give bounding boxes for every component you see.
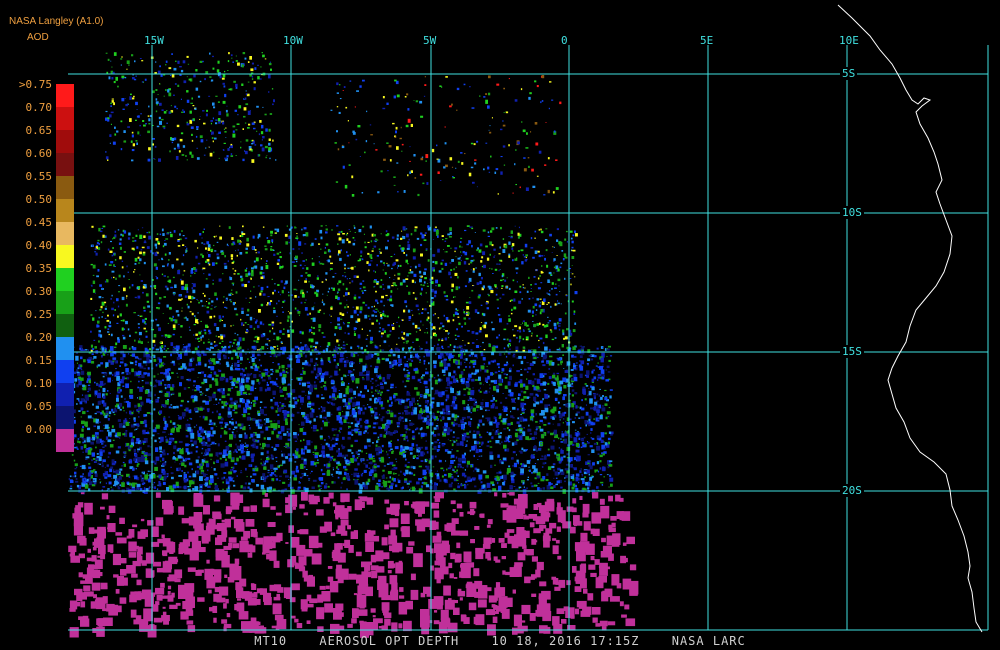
legend-label: 0.40 bbox=[25, 239, 53, 252]
legend-swatch bbox=[56, 383, 74, 406]
legend-swatch bbox=[56, 291, 74, 314]
legend-swatch bbox=[56, 314, 74, 337]
caption-satellite: MT10 bbox=[254, 634, 288, 648]
legend-label: 0.55 bbox=[25, 170, 53, 183]
legend-label: 0.70 bbox=[25, 101, 53, 114]
legend-label: 0.35 bbox=[25, 262, 53, 275]
legend-label: 0.25 bbox=[25, 308, 53, 321]
legend-swatch bbox=[56, 268, 74, 291]
legend-swatch bbox=[56, 130, 74, 153]
legend-label: 0.00 bbox=[25, 423, 53, 436]
legend-label: 0.30 bbox=[25, 285, 53, 298]
legend-label: 0.45 bbox=[25, 216, 53, 229]
legend-swatch bbox=[56, 245, 74, 268]
latitude-label: 10S bbox=[840, 206, 864, 219]
caption-org: NASA LARC bbox=[671, 634, 746, 648]
aod-map bbox=[68, 4, 989, 638]
legend-label: 0.20 bbox=[25, 331, 53, 344]
caption-datetime: 10 18, 2016 17:15Z bbox=[491, 634, 640, 648]
caption-product: AEROSOL OPT DEPTH bbox=[319, 634, 460, 648]
legend-swatch bbox=[56, 176, 74, 199]
legend-label: 0.15 bbox=[25, 354, 53, 367]
legend-swatch bbox=[56, 107, 74, 130]
image-caption: MT10 AEROSOL OPT DEPTH 10 18, 2016 17:15… bbox=[0, 634, 1000, 648]
product-label: AOD bbox=[27, 32, 49, 43]
legend-swatch bbox=[56, 153, 74, 176]
legend-label: 0.10 bbox=[25, 377, 53, 390]
latitude-label: 20S bbox=[840, 484, 864, 497]
longitude-label: 5W bbox=[423, 34, 437, 47]
legend-label: 0.60 bbox=[25, 147, 53, 160]
coastline bbox=[837, 4, 983, 633]
legend-swatch bbox=[56, 429, 74, 452]
legend-label: 0.05 bbox=[25, 400, 53, 413]
legend-swatch bbox=[56, 337, 74, 360]
latitude-label: 15S bbox=[840, 345, 864, 358]
legend-swatch bbox=[56, 199, 74, 222]
legend-swatch bbox=[56, 222, 74, 245]
legend-swatch bbox=[56, 84, 74, 107]
legend-swatch bbox=[56, 360, 74, 383]
longitude-label: 0 bbox=[561, 34, 568, 47]
source-label: NASA Langley (A1.0) bbox=[9, 16, 104, 27]
legend-label: >0.75 bbox=[18, 78, 52, 91]
legend-swatch bbox=[56, 406, 74, 429]
longitude-label: 10E bbox=[839, 34, 859, 47]
longitude-label: 15W bbox=[144, 34, 164, 47]
longitude-label: 10W bbox=[283, 34, 303, 47]
aod-retrieval-layer bbox=[68, 52, 639, 638]
legend-label: 0.50 bbox=[25, 193, 53, 206]
legend-label: 0.65 bbox=[25, 124, 53, 137]
longitude-label: 5E bbox=[700, 34, 714, 47]
latitude-label: 5S bbox=[840, 67, 858, 80]
